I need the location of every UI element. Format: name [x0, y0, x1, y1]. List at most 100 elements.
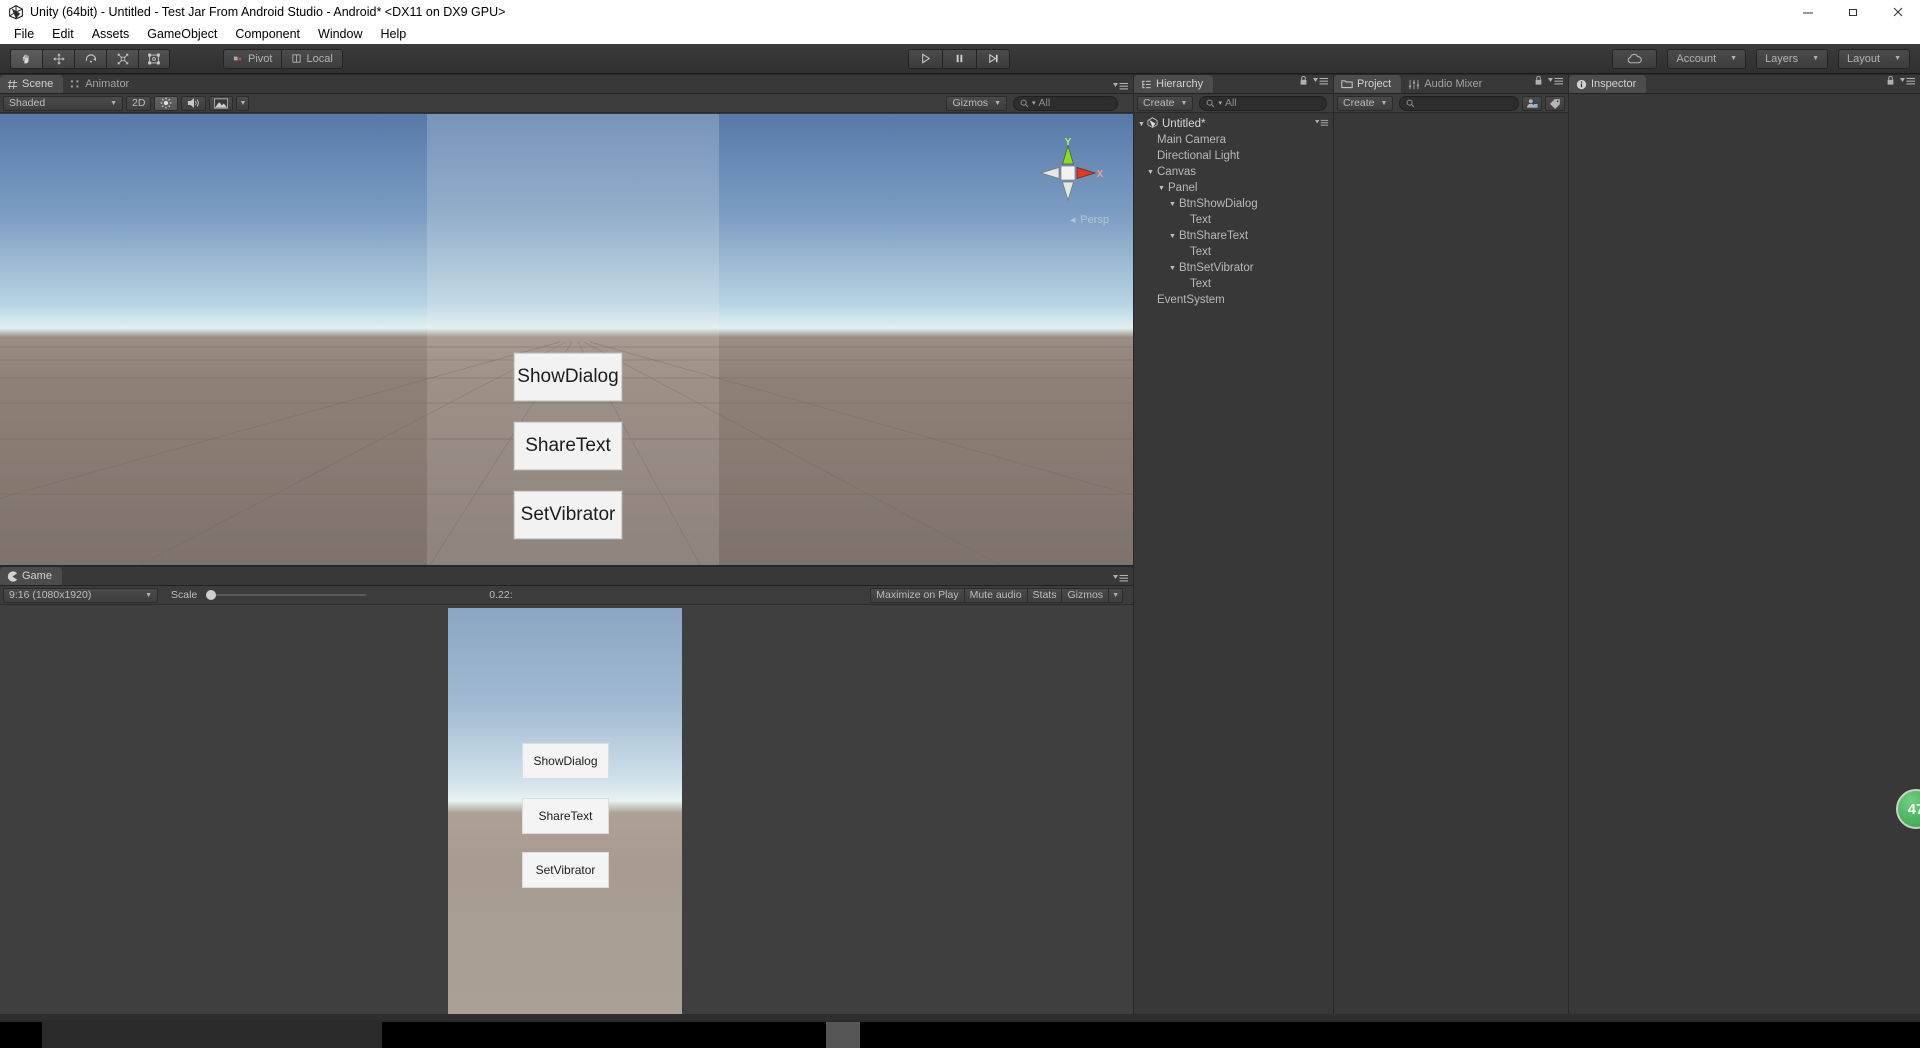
filter-by-type-button[interactable]	[1522, 96, 1542, 111]
expand-triangle-icon[interactable]: ▼	[1136, 121, 1147, 128]
play-button[interactable]	[908, 49, 942, 69]
game-button-setvibrator[interactable]: SetVibrator	[522, 852, 609, 888]
project-browser-content[interactable]	[1334, 113, 1568, 1020]
lock-icon[interactable]	[1299, 73, 1308, 91]
account-dropdown[interactable]: Account ▼	[1667, 49, 1746, 69]
rotate-tool-button[interactable]	[74, 49, 106, 69]
scene-orientation-gizmo[interactable]: Y X	[1031, 136, 1105, 210]
game-gizmos-dropdown[interactable]: ▼	[1109, 588, 1123, 603]
tab-animator[interactable]: Animator	[63, 75, 139, 93]
rect-transform-tool-button[interactable]	[138, 49, 170, 69]
layout-dropdown[interactable]: Layout ▼	[1838, 49, 1910, 69]
layers-dropdown[interactable]: Layers ▼	[1756, 49, 1828, 69]
game-panel-menu[interactable]	[1113, 574, 1129, 583]
hierarchy-row-main-camera[interactable]: Main Camera	[1134, 132, 1333, 148]
expand-triangle-icon[interactable]: ▼	[1145, 169, 1156, 176]
aspect-ratio-dropdown[interactable]: 9:16 (1080x1920) ▼	[3, 588, 158, 603]
menu-item-gameobject[interactable]: GameObject	[138, 24, 226, 44]
hierarchy-row-eventsystem[interactable]: EventSystem	[1134, 292, 1333, 308]
hierarchy-row-text-1[interactable]: Text	[1134, 212, 1333, 228]
lock-icon[interactable]	[1534, 73, 1543, 91]
game-button-showdialog[interactable]: ShowDialog	[522, 743, 609, 779]
hierarchy-row-btnshowdialog[interactable]: ▼ BtnShowDialog	[1134, 196, 1333, 212]
toggle-effects-button[interactable]	[209, 96, 233, 111]
toggle-lighting-button[interactable]	[154, 96, 178, 111]
cloud-services-button[interactable]	[1612, 49, 1657, 69]
hand-tool-button[interactable]	[10, 49, 42, 69]
maximize-icon[interactable]	[1830, 0, 1875, 24]
tab-scene[interactable]: Scene	[0, 75, 63, 93]
scene-button-showdialog[interactable]: ShowDialog	[514, 353, 622, 401]
stats-button[interactable]: Stats	[1028, 588, 1063, 603]
taskbar-item-3[interactable]	[826, 1022, 860, 1048]
filter-by-label-button[interactable]	[1545, 96, 1565, 111]
expand-triangle-icon[interactable]: ▼	[1167, 233, 1178, 240]
local-toggle-button[interactable]: Local	[281, 49, 342, 69]
game-button-sharetext[interactable]: ShareText	[522, 798, 609, 834]
scene-button-sharetext[interactable]: ShareText	[514, 422, 622, 470]
hierarchy-row-directional-light[interactable]: Directional Light	[1134, 148, 1333, 164]
scene-viewport[interactable]: ShowDialog ShareText SetVibrator Y X ◄ P…	[0, 114, 1133, 565]
menu-item-edit[interactable]: Edit	[43, 24, 83, 44]
scale-slider-thumb[interactable]	[206, 590, 216, 600]
lock-icon[interactable]	[1886, 73, 1895, 91]
tab-audio-mixer[interactable]: Audio Mixer	[1401, 75, 1492, 93]
pivot-toggle-button[interactable]: Pivot	[223, 49, 281, 69]
hierarchy-row-text-2[interactable]: Text	[1134, 244, 1333, 260]
menu-item-file[interactable]: File	[5, 24, 43, 44]
shading-mode-label: Shaded	[9, 97, 45, 109]
project-create-dropdown[interactable]: Create ▼	[1337, 96, 1393, 111]
menu-item-component[interactable]: Component	[226, 24, 309, 44]
menu-item-help[interactable]: Help	[371, 24, 415, 44]
hierarchy-row-scene[interactable]: ▼ Untitled*	[1134, 116, 1333, 132]
scale-tool-button[interactable]	[106, 49, 138, 69]
hierarchy-row-btnsharetext[interactable]: ▼ BtnShareText	[1134, 228, 1333, 244]
maximize-on-play-button[interactable]: Maximize on Play	[870, 588, 964, 603]
shading-mode-dropdown[interactable]: Shaded ▼	[3, 96, 123, 111]
effects-dropdown[interactable]: ▼	[236, 96, 249, 111]
tab-hierarchy[interactable]: Hierarchy	[1134, 75, 1213, 93]
tab-inspector[interactable]: Inspector	[1569, 75, 1646, 93]
panel-menu-icon[interactable]	[1313, 73, 1329, 91]
game-gizmos-button[interactable]: Gizmos	[1062, 588, 1109, 603]
hierarchy-row-panel[interactable]: ▼ Panel	[1134, 180, 1333, 196]
chevron-down-icon: ▼	[994, 100, 1001, 107]
pause-button[interactable]	[942, 49, 976, 69]
scene-projection-label[interactable]: ◄ Persp	[1068, 214, 1109, 226]
gizmos-dropdown[interactable]: Gizmos ▼	[946, 96, 1007, 111]
taskbar-item-2[interactable]	[384, 1022, 824, 1048]
taskbar-item-1[interactable]	[42, 1022, 382, 1048]
hierarchy-search-input[interactable]: ▾ All	[1199, 96, 1327, 111]
step-button[interactable]	[976, 49, 1010, 69]
mute-audio-button[interactable]: Mute audio	[965, 588, 1028, 603]
panel-menu-icon	[1113, 82, 1129, 91]
menu-item-window[interactable]: Window	[309, 24, 371, 44]
hierarchy-row-text-3[interactable]: Text	[1134, 276, 1333, 292]
expand-triangle-icon[interactable]: ▼	[1167, 265, 1178, 272]
hierarchy-create-dropdown[interactable]: Create ▼	[1137, 96, 1193, 111]
hierarchy-tree[interactable]: ▼ Untitled* Main Camera Directi	[1134, 113, 1333, 1020]
expand-triangle-icon[interactable]: ▼	[1167, 201, 1178, 208]
inspector-content[interactable]	[1569, 94, 1920, 1020]
tab-game[interactable]: Game	[0, 567, 62, 585]
scale-slider[interactable]	[206, 589, 366, 601]
scene-search-input[interactable]: ▾ All	[1013, 96, 1118, 111]
toggle-audio-button[interactable]	[181, 96, 206, 111]
minimize-icon[interactable]	[1785, 0, 1830, 24]
panel-menu-icon[interactable]	[1900, 73, 1916, 91]
close-icon[interactable]	[1875, 0, 1920, 24]
project-search-input[interactable]	[1399, 96, 1519, 111]
game-viewport[interactable]: ShowDialog ShareText SetVibrator	[0, 605, 1133, 1020]
move-tool-button[interactable]	[42, 49, 74, 69]
panel-menu-icon[interactable]	[1548, 73, 1564, 91]
menu-item-assets[interactable]: Assets	[83, 24, 139, 44]
hierarchy-row-btnsetvibrator[interactable]: ▼ BtnSetVibrator	[1134, 260, 1333, 276]
taskbar-start-button[interactable]	[0, 1022, 42, 1048]
expand-triangle-icon[interactable]: ▼	[1156, 185, 1167, 192]
tab-project[interactable]: Project	[1334, 75, 1401, 93]
scene-row-menu-icon[interactable]	[1315, 118, 1329, 130]
hierarchy-row-canvas[interactable]: ▼ Canvas	[1134, 164, 1333, 180]
scene-panel-menu[interactable]	[1113, 82, 1129, 91]
scene-button-setvibrator[interactable]: SetVibrator	[514, 491, 622, 539]
toggle-2d-button[interactable]: 2D	[126, 96, 151, 111]
